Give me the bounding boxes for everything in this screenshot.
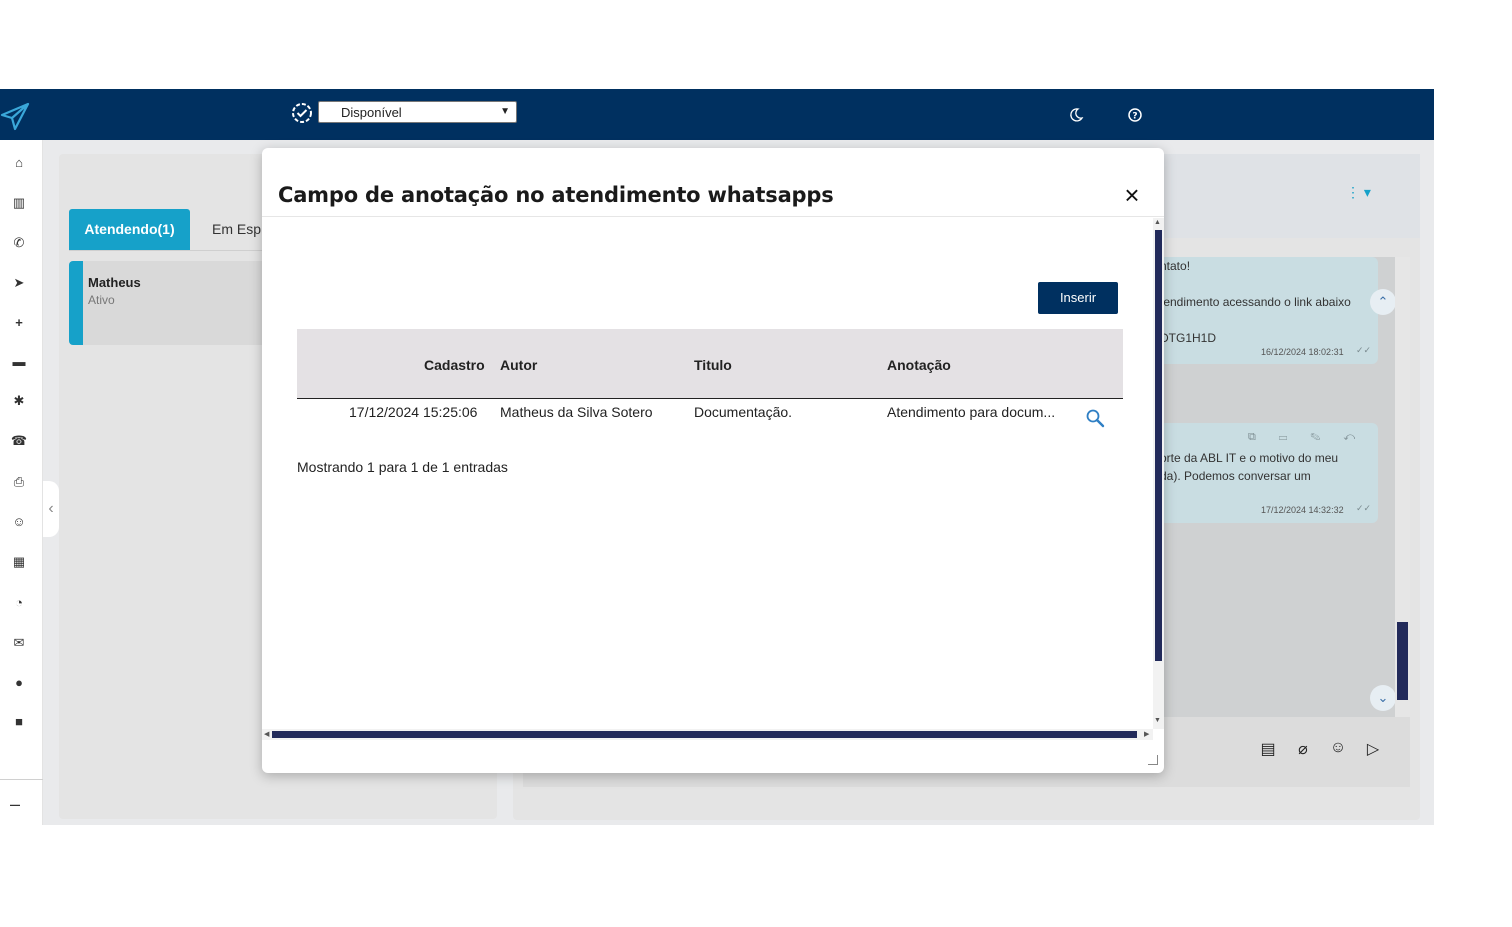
home-icon[interactable]: ⌂ [10,154,28,172]
double-check-icon: ✓✓ [1356,503,1372,513]
send-icon[interactable]: ➤ [10,274,28,292]
minus-icon[interactable]: – [10,794,20,815]
search-icon[interactable] [1085,408,1105,428]
moon-icon[interactable] [1068,107,1084,123]
help-icon[interactable]: ? [1127,107,1143,123]
top-bar: Disponível ▼ ? [0,89,1434,140]
double-check-icon: ✓✓ [1356,345,1372,355]
scroll-down-icon[interactable]: ⌄ [1370,685,1396,711]
paper-plane-logo-icon[interactable] [0,101,30,131]
modal-divider [262,216,1164,217]
message-line: tendimento acessando o link abaixo [1160,295,1351,309]
collapse-sidebar-toggle[interactable]: ‹ [43,481,59,537]
tab-atendendo[interactable]: Atendendo(1) [69,209,190,250]
column-header-titulo[interactable]: Titulo [694,357,732,373]
message-line: ntato! [1160,259,1191,273]
close-icon[interactable]: × [1120,182,1144,208]
emoji-icon[interactable]: ☺ [1327,739,1349,761]
modal-title: Campo de anotação no atendimento whatsap… [278,183,834,207]
column-header-autor[interactable]: Autor [500,357,537,373]
attach-icon[interactable]: ⌀ [1292,739,1314,761]
modal-horizontal-scrollbar-thumb[interactable] [272,731,1137,738]
print-icon[interactable]: ⎙ [10,473,28,491]
note-icon[interactable]: ▤ [1257,739,1279,761]
contact-name: Matheus [88,275,141,290]
insert-button[interactable]: Inserir [1038,282,1118,314]
send-message-icon[interactable]: ▷ [1362,739,1384,761]
table-row: 17/12/2024 15:25:06 Matheus da Silva Sot… [297,400,1123,436]
message-line: da). Podemos conversar um [1160,469,1311,483]
briefcase-icon[interactable]: ▬ [10,353,28,371]
sidebar-divider [0,779,43,780]
resize-handle[interactable] [1148,755,1158,765]
phone-icon[interactable]: ☎ [10,432,28,450]
video-icon[interactable]: ■ [10,713,28,731]
chat-scrollbar-thumb[interactable] [1397,622,1408,700]
svg-text:?: ? [1132,112,1137,122]
entries-info: Mostrando 1 para 1 de 1 entradas [297,459,508,475]
verified-check-icon [292,103,312,123]
plus-icon[interactable]: + [10,314,28,332]
chart-icon[interactable]: ▥ [10,194,28,212]
message-actions-icons[interactable]: ⧉ ▭ ✎ ↶ [1248,431,1365,444]
calendar-icon[interactable]: ▦ [10,553,28,571]
more-options-icon[interactable]: ⋮ ▾ [1346,184,1376,200]
message-time: 16/12/2024 18:02:31 [1261,347,1344,357]
whatsapp-icon[interactable]: ✆ [10,234,28,252]
message-time: 17/12/2024 14:32:32 [1261,505,1344,515]
scroll-up-icon[interactable]: ⌃ [1370,289,1396,315]
annotation-modal: Campo de anotação no atendimento whatsap… [262,148,1164,773]
message-line: DTG1H1D [1160,331,1217,345]
scroll-left-arrow-icon[interactable]: ◀ [264,730,269,738]
smile-icon[interactable]: ☺ [10,513,28,531]
modal-vertical-scrollbar-thumb[interactable] [1155,230,1162,661]
table-header: Cadastro Autor Titulo Anotação [297,329,1123,399]
status-select-value: Disponível [341,105,402,120]
cell-cadastro: 17/12/2024 15:25:06 [349,404,478,420]
column-header-cadastro[interactable]: Cadastro [424,357,485,373]
chat-icon[interactable]: ✉ [10,634,28,652]
modal-horizontal-scrollbar[interactable]: ◀ ▶ [262,729,1153,740]
chevron-down-icon: ▼ [500,106,510,117]
scroll-down-arrow-icon[interactable]: ▼ [1154,717,1161,724]
cell-autor: Matheus da Silva Sotero [500,404,653,420]
chat-scrollbar[interactable] [1395,257,1410,717]
tab-em-espera[interactable]: Em Esp [212,209,261,250]
message-line: orte da ABL IT e o motivo do meu [1160,451,1339,465]
contact-status: Ativo [88,293,115,307]
cell-titulo: Documentação. [694,404,793,420]
scroll-up-arrow-icon[interactable]: ▲ [1154,219,1161,226]
modal-body: Inserir Cadastro Autor Titulo Anotação 1… [262,218,1155,731]
cell-anotacao: Atendimento para docum... [887,404,1056,420]
modal-vertical-scrollbar[interactable]: ▲ ▼ [1153,218,1164,729]
comment-icon[interactable]: ● [10,674,28,692]
scroll-right-arrow-icon[interactable]: ▶ [1144,730,1149,738]
dashboard-icon[interactable]: ◔ [10,594,28,612]
column-header-anotacao[interactable]: Anotação [887,357,951,373]
gear-icon[interactable]: ✱ [10,392,28,410]
status-select[interactable]: Disponível ▼ [318,101,517,123]
sidebar: ⌂ ▥ ✆ ➤ + ▬ ✱ ☎ ⎙ ☺ ▦ ◔ ✉ ● ■ – [0,140,43,825]
